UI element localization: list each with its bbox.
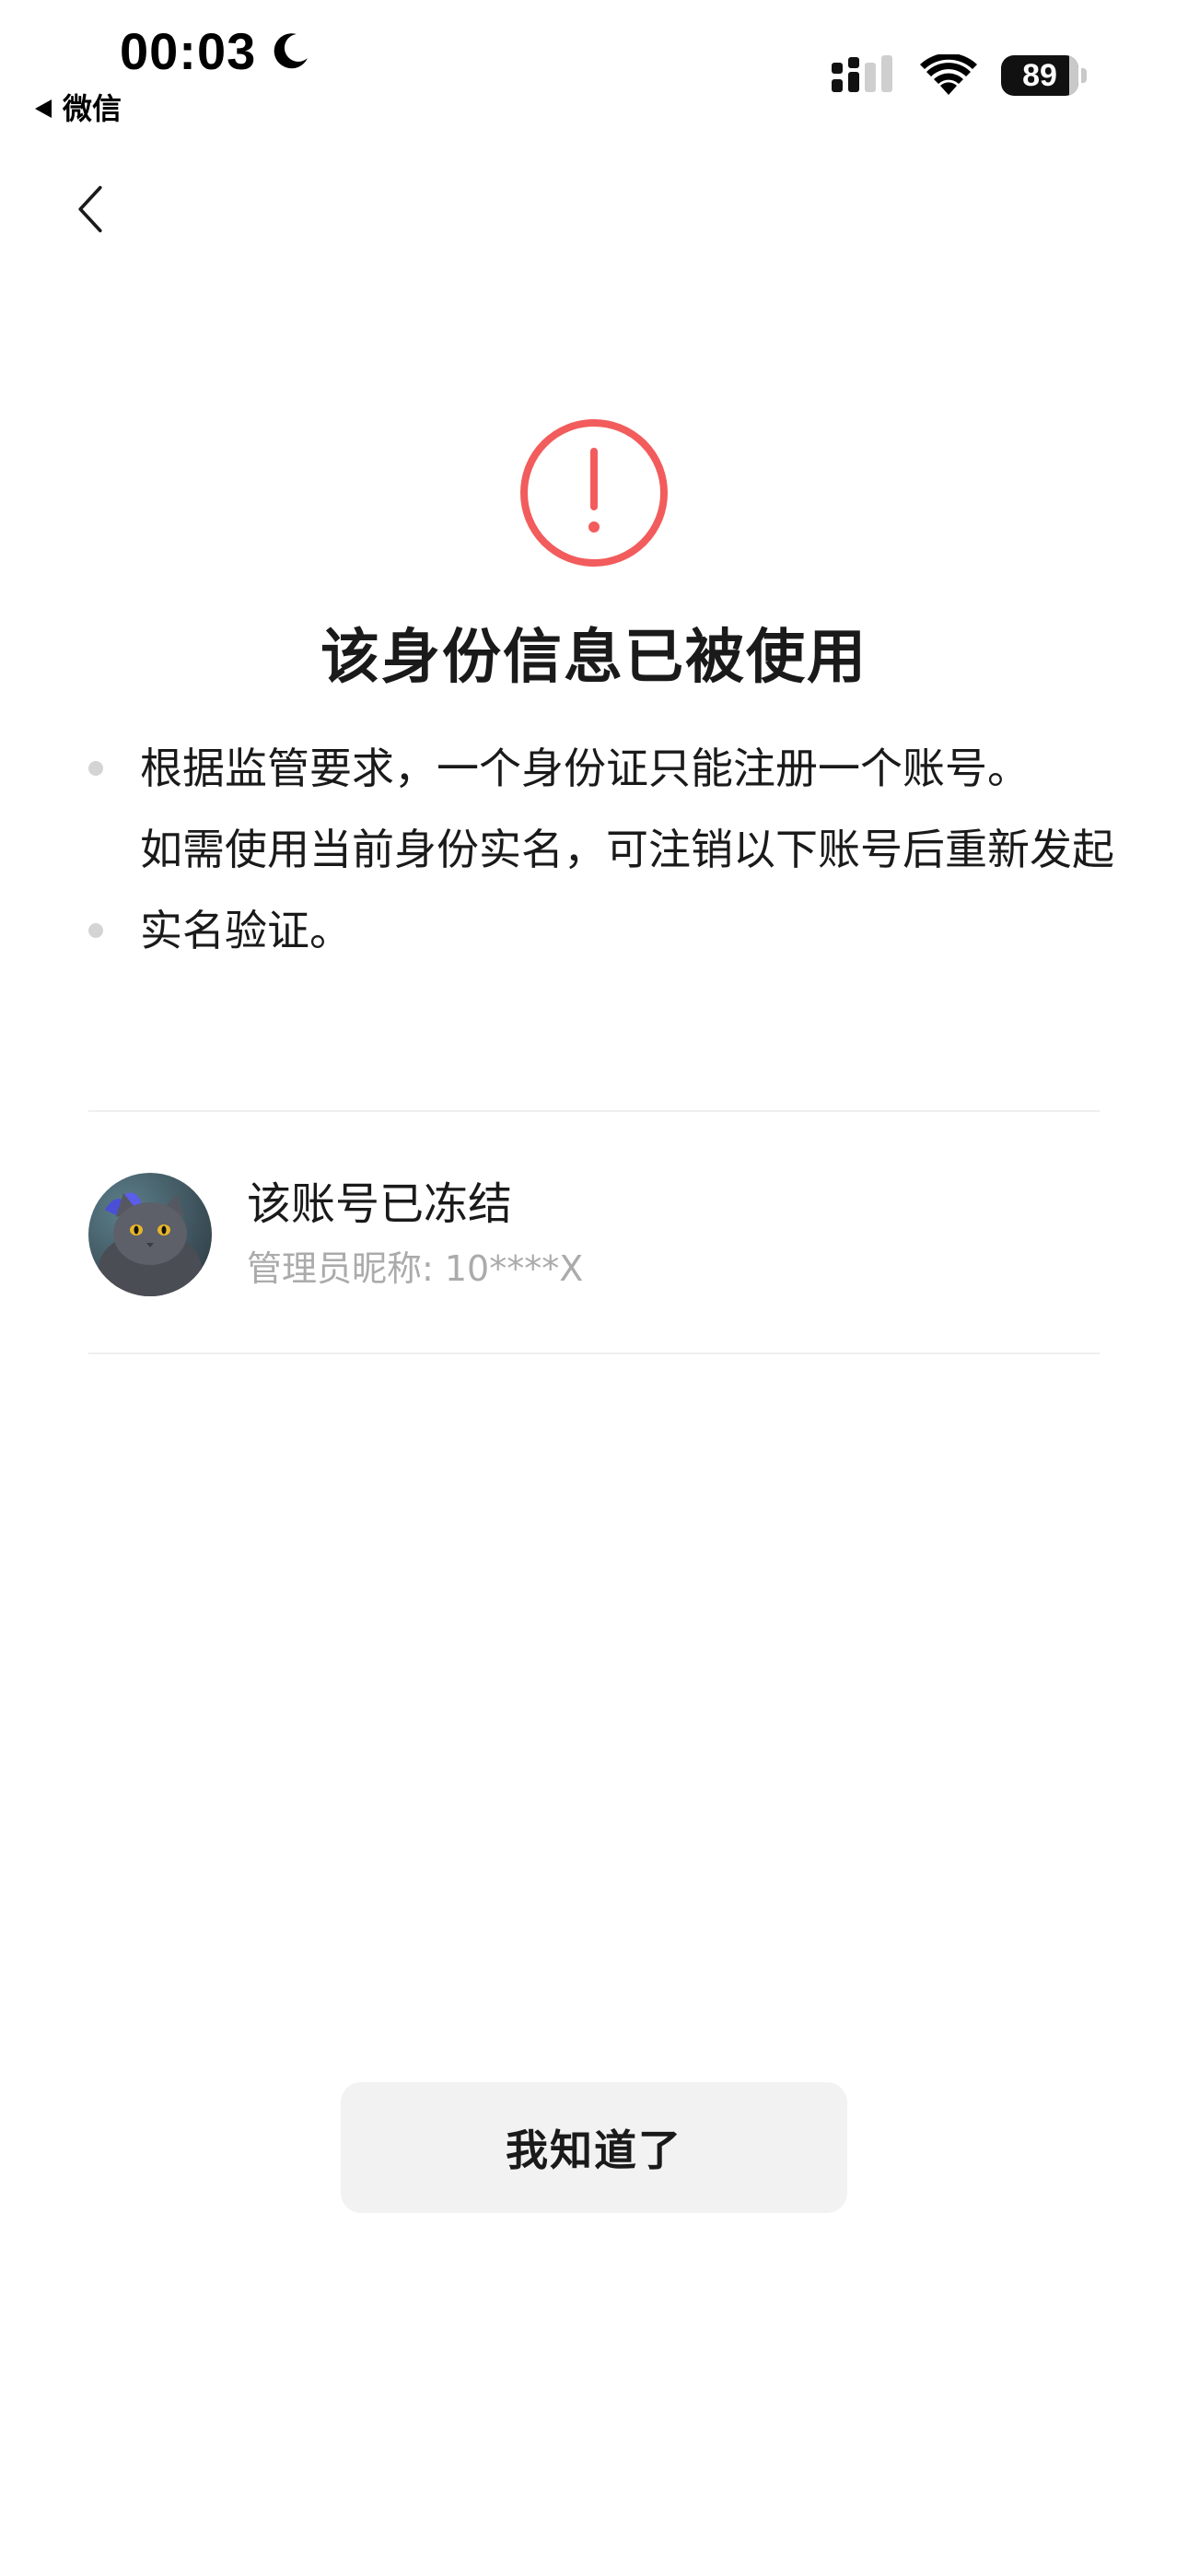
battery-level: 89	[1022, 57, 1057, 93]
info-list: 根据监管要求，一个身份证只能注册一个账号。 如需使用当前身份实名，可注销以下账号…	[88, 728, 1114, 971]
avatar	[88, 1173, 212, 1296]
status-time: 00:03	[120, 22, 257, 80]
divider	[88, 1352, 1100, 1354]
bullet-dot	[88, 923, 103, 938]
battery-icon: 89	[1001, 55, 1087, 96]
status-time-group: 00:03	[120, 26, 311, 77]
moon-icon	[269, 30, 311, 73]
info-item: 如需使用当前身份实名，可注销以下账号后重新发起实名验证。	[88, 809, 1114, 971]
page-title: 该身份信息已被使用	[320, 624, 868, 692]
back-button[interactable]	[64, 177, 116, 241]
back-triangle-icon	[33, 98, 53, 120]
info-text: 如需使用当前身份实名，可注销以下账号后重新发起实名验证。	[140, 825, 1114, 955]
signal-icon	[830, 53, 896, 98]
wifi-icon	[920, 53, 977, 97]
back-app-label: 微信	[63, 91, 122, 126]
exclamation-circle-icon	[519, 418, 669, 568]
bullet-dot	[88, 761, 103, 776]
back-to-app[interactable]: 微信	[33, 94, 122, 123]
screen: 00:03 微信 89 该身份信息已被使用 根据监管要求，一个身份证只能注册一个…	[0, 0, 1188, 2576]
acknowledge-button[interactable]: 我知道了	[341, 2082, 847, 2213]
info-text: 根据监管要求，一个身份证只能注册一个账号。	[140, 744, 1030, 793]
info-item: 根据监管要求，一个身份证只能注册一个账号。	[88, 728, 1114, 809]
admin-nickname: 管理员昵称: 10****X	[247, 1248, 584, 1289]
account-status: 该账号已冻结	[247, 1178, 513, 1231]
account-text: 该账号已冻结 管理员昵称: 10****X	[247, 1178, 583, 1290]
account-row: 该账号已冻结 管理员昵称: 10****X	[88, 1170, 1100, 1299]
chevron-left-icon	[78, 185, 102, 233]
divider	[88, 1110, 1100, 1112]
status-icons: 89	[830, 53, 1087, 98]
